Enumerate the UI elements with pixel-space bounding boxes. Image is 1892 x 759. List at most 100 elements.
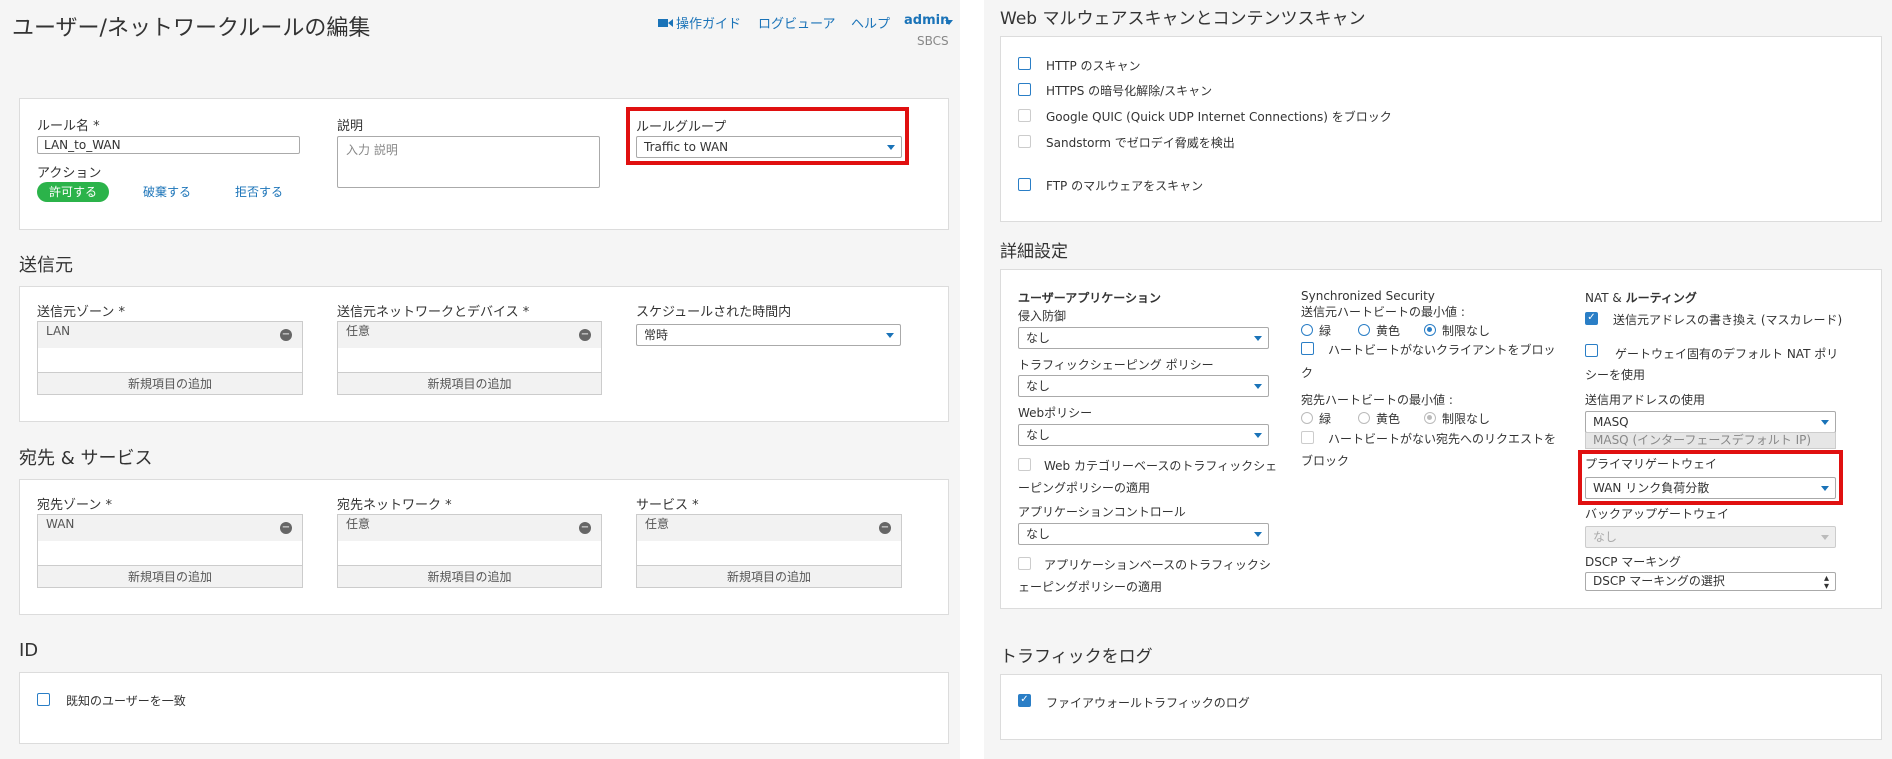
caret-down-icon	[1254, 532, 1262, 537]
src-hb-green-label: 緑	[1319, 324, 1332, 338]
shaping-select[interactable]: なし	[1018, 375, 1269, 397]
gw-nat-checkbox[interactable]	[1585, 344, 1598, 357]
description-label: 説明	[337, 119, 364, 134]
no-hb-dest-label-cont: ブロック	[1301, 454, 1350, 468]
appctrl-label: アプリケーションコントロール	[1018, 505, 1186, 519]
web-policy-label: Webポリシー	[1018, 406, 1093, 420]
src-addr-select[interactable]: MASQ	[1585, 411, 1836, 433]
webcat-shaping-checkbox[interactable]	[1018, 458, 1031, 471]
dest-network-label: 宛先ネットワーク *	[337, 498, 452, 513]
dscp-select[interactable]: DSCP マーキングの選択 ▴ ▾	[1585, 572, 1836, 591]
backup-gw-select: なし	[1585, 526, 1836, 548]
allow-action-button[interactable]: 許可する	[37, 182, 110, 202]
web-policy-select[interactable]: なし	[1018, 424, 1269, 446]
video-camera-icon	[658, 14, 674, 27]
http-scan-checkbox[interactable]	[1018, 57, 1031, 70]
dest-section-title: 宛先 & サービス	[19, 448, 153, 469]
masquerade-checkbox[interactable]: ✓	[1585, 312, 1598, 325]
dst-hb-green-label: 緑	[1319, 412, 1332, 426]
page-title: ユーザー/ネットワークルールの編集	[12, 16, 371, 41]
sync-security-heading: Synchronized Security	[1301, 289, 1435, 303]
src-hb-none-label: 制限なし	[1442, 324, 1491, 338]
web-policy-value: なし	[1026, 428, 1051, 442]
remove-icon[interactable]: −	[280, 522, 292, 534]
log-viewer-link[interactable]: ログビューア	[758, 13, 835, 32]
dst-hb-none-label: 制限なし	[1442, 412, 1491, 426]
schedule-select[interactable]: 常時	[636, 324, 901, 346]
remove-icon[interactable]: −	[579, 522, 591, 534]
description-textarea[interactable]: 入力 説明	[337, 136, 600, 188]
left-pane: ユーザー/ネットワークルールの編集 操作ガイド ログビューア ヘルプ admin…	[0, 0, 960, 759]
masquerade-label: 送信元アドレスの書き換え (マスカレード)	[1613, 313, 1843, 327]
sandstorm-checkbox[interactable]	[1018, 135, 1031, 148]
highlight-box	[1578, 450, 1843, 505]
appctrl-select[interactable]: なし	[1018, 523, 1269, 545]
ips-label: 侵入防御	[1018, 309, 1067, 323]
no-hb-dest-checkbox[interactable]	[1301, 431, 1314, 444]
match-known-users-label: 既知のユーザーを一致	[66, 694, 186, 708]
highlight-box	[626, 107, 909, 165]
user-apps-heading: ユーザーアプリケーション	[1018, 291, 1162, 305]
add-item-button[interactable]: 新規項目の追加	[38, 372, 302, 394]
schedule-label: スケジュールされた時間内	[636, 305, 792, 320]
updown-icon: ▴ ▾	[1823, 573, 1829, 591]
ftp-scan-checkbox[interactable]	[1018, 178, 1031, 191]
dest-zone-list: WAN − 新規項目の追加	[37, 514, 303, 588]
guide-link[interactable]: 操作ガイド	[676, 13, 741, 32]
source-network-list: 任意 − 新規項目の追加	[337, 321, 602, 395]
reject-action-button[interactable]: 拒否する	[235, 183, 283, 200]
dscp-value: DSCP マーキングの選択	[1593, 574, 1725, 588]
service-label: サービス *	[636, 498, 699, 513]
caret-down-icon	[1821, 535, 1829, 540]
caret-down-icon	[1254, 336, 1262, 341]
list-item: WAN −	[38, 515, 302, 541]
ips-select[interactable]: なし	[1018, 327, 1269, 349]
src-hb-yellow-radio[interactable]	[1358, 324, 1370, 336]
add-item-button[interactable]: 新規項目の追加	[38, 565, 302, 587]
source-zone-list: LAN − 新規項目の追加	[37, 321, 303, 395]
rule-name-label: ルール名 *	[37, 119, 100, 134]
match-known-users-checkbox[interactable]	[37, 693, 50, 706]
dst-hb-yellow-label: 黄色	[1376, 412, 1401, 426]
fw-log-checkbox[interactable]: ✓	[1018, 694, 1031, 707]
remove-icon[interactable]: −	[280, 329, 292, 341]
list-item: LAN −	[38, 322, 302, 348]
src-hb-yellow-label: 黄色	[1376, 324, 1401, 338]
rule-name-input[interactable]: LAN_to_WAN	[37, 136, 300, 154]
fw-log-label: ファイアウォールトラフィックのログ	[1046, 696, 1250, 710]
gw-nat-label-cont: シーを使用	[1585, 368, 1646, 382]
add-item-button[interactable]: 新規項目の追加	[637, 565, 901, 587]
admin-menu[interactable]: admin	[904, 13, 949, 28]
appshape-checkbox[interactable]	[1018, 557, 1031, 570]
remove-icon[interactable]: −	[579, 329, 591, 341]
dst-hb-none-radio[interactable]	[1424, 412, 1436, 424]
https-scan-label: HTTPS の暗号化解除/スキャン	[1046, 84, 1213, 98]
add-item-button[interactable]: 新規項目の追加	[338, 372, 601, 394]
dest-zone-label: 宛先ゾーン *	[37, 498, 112, 513]
add-item-button[interactable]: 新規項目の追加	[338, 565, 601, 587]
https-scan-checkbox[interactable]	[1018, 83, 1031, 96]
webcat-shaping-label-cont: ーピングポリシーの適用	[1018, 481, 1151, 495]
dscp-label: DSCP マーキング	[1585, 555, 1681, 569]
webcat-shaping-label: Web カテゴリーベースのトラフィックシェ	[1044, 459, 1278, 473]
scan-section-title: Web マルウェアスキャンとコンテンツスキャン	[1000, 9, 1366, 29]
drop-action-button[interactable]: 破棄する	[143, 183, 191, 200]
sandstorm-label: Sandstorm でゼロデイ脅威を検出	[1046, 136, 1235, 150]
src-hb-none-radio[interactable]	[1424, 324, 1436, 336]
log-section-title: トラフィックをログ	[1000, 647, 1153, 667]
dst-hb-green-radio[interactable]	[1301, 412, 1313, 424]
no-hb-clients-label: ハートビートがないクライアントをブロッ	[1328, 343, 1556, 357]
quic-block-checkbox[interactable]	[1018, 109, 1031, 122]
dst-hb-yellow-radio[interactable]	[1358, 412, 1370, 424]
no-hb-clients-checkbox[interactable]	[1301, 342, 1314, 355]
list-item: 任意 −	[637, 515, 901, 541]
backup-gw-value: なし	[1593, 530, 1618, 544]
source-network-label: 送信元ネットワークとデバイス *	[337, 305, 530, 320]
src-hb-green-radio[interactable]	[1301, 324, 1313, 336]
no-hb-dest-label: ハートビートがない宛先へのリクエストを	[1328, 432, 1557, 446]
http-scan-label: HTTP のスキャン	[1046, 59, 1141, 73]
help-link[interactable]: ヘルプ	[851, 13, 890, 32]
remove-icon[interactable]: −	[879, 522, 891, 534]
src-addr-option[interactable]: MASQ (インターフェースデフォルト IP)	[1585, 432, 1836, 449]
shaping-value: なし	[1026, 379, 1051, 393]
